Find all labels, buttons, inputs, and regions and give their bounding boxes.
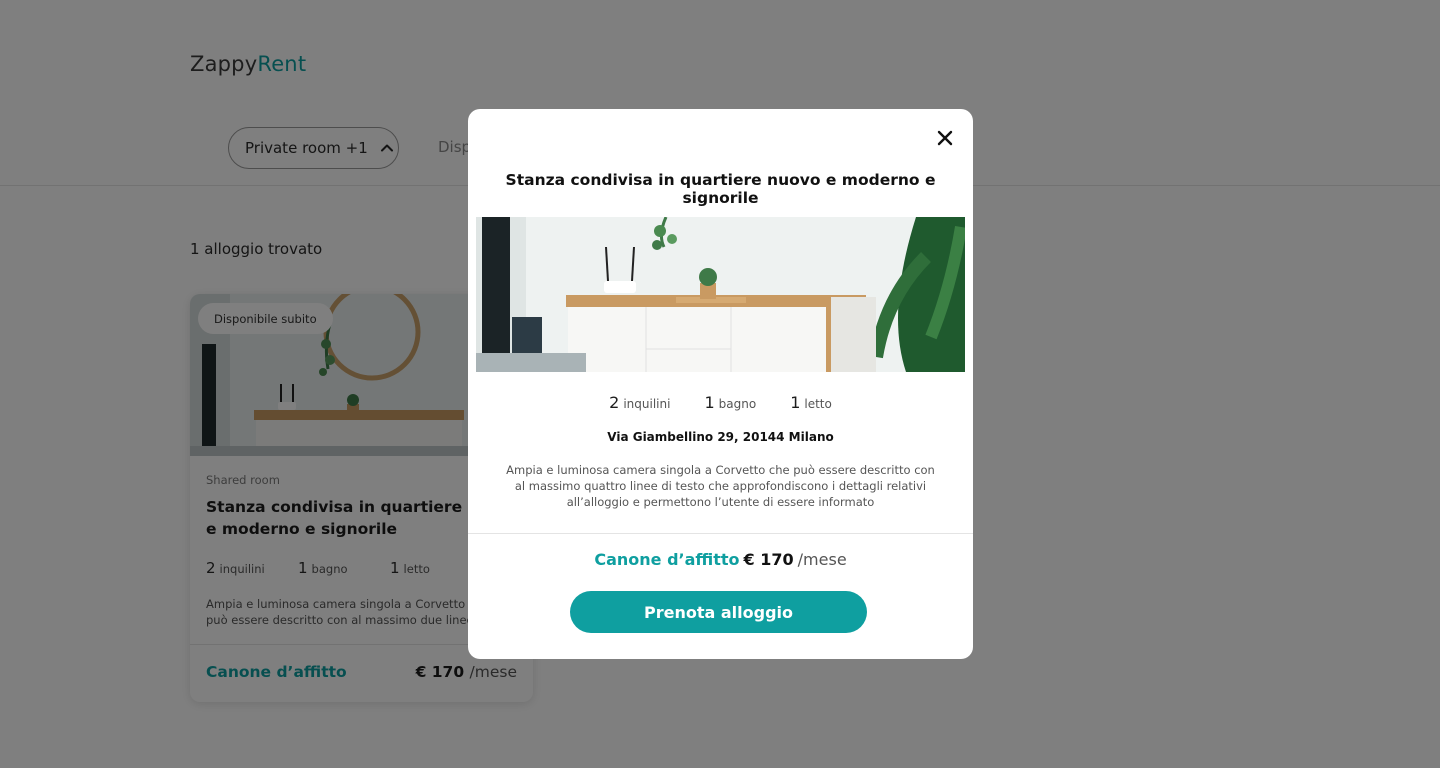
close-button[interactable] (933, 126, 957, 150)
modal-title: Stanza condivisa in quartiere nuovo e mo… (505, 171, 936, 207)
spec-tenants: 2inquilini (609, 393, 671, 412)
book-button[interactable]: Prenota alloggio (570, 591, 867, 633)
spec-beds: 1letto (790, 393, 832, 412)
rent-period: /mese (797, 550, 847, 569)
rent-label: Canone d’affitto (594, 550, 740, 569)
spec-bathrooms: 1bagno (704, 393, 757, 412)
listing-photo-large (476, 217, 965, 372)
listing-address: Via Giambellino 29, 20144 Milano (607, 430, 834, 444)
listing-detail-modal: Stanza condivisa in quartiere nuovo e mo… (468, 109, 973, 659)
modal-divider (468, 533, 973, 534)
modal-specs: 2 inquilini 1 bagno 1 letto (468, 393, 973, 412)
rent-summary: Canone d’affitto € 170/mese (468, 550, 973, 569)
rent-value: € 170 (743, 550, 794, 569)
close-icon (937, 130, 953, 146)
listing-description: Ampia e luminosa camera singola a Corvet… (506, 463, 935, 509)
